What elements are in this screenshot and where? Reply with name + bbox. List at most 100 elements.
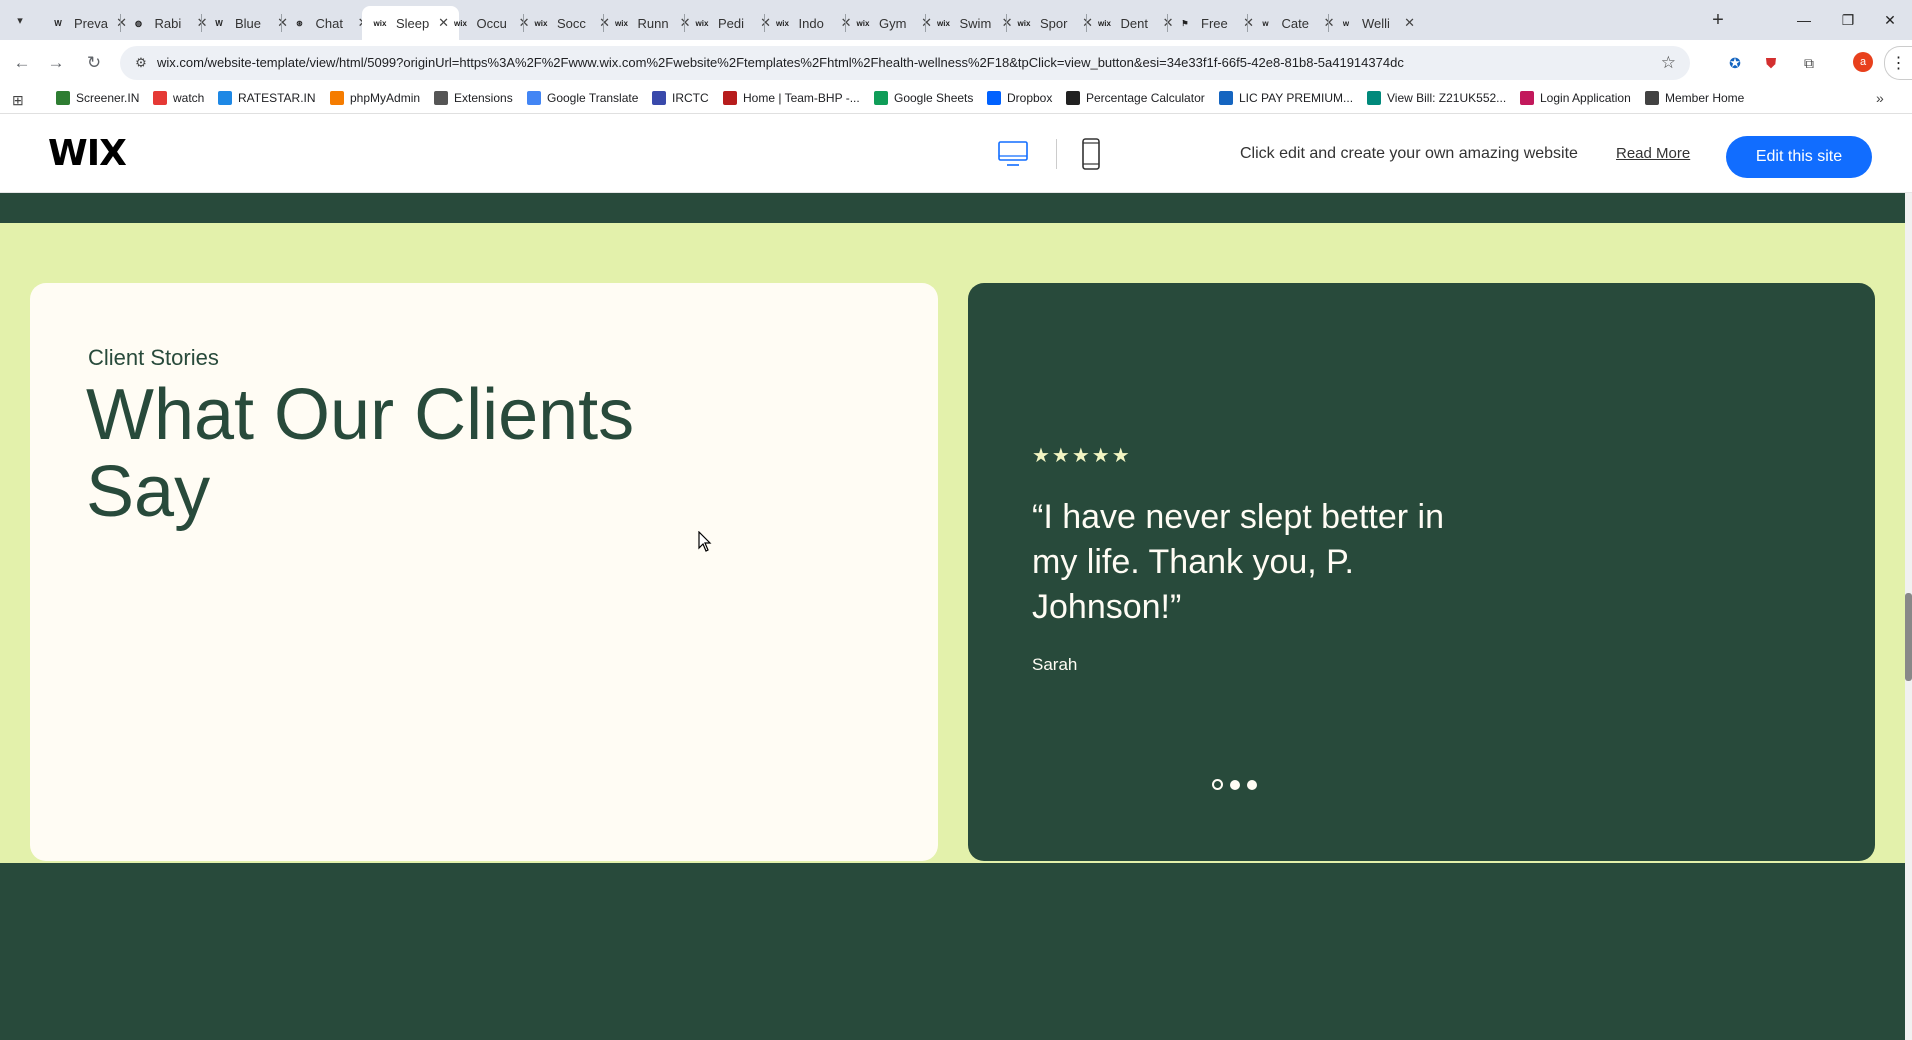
bookmark-favicon-icon xyxy=(1645,91,1659,105)
bookmark-item[interactable]: Member Home xyxy=(1645,91,1744,105)
bookmark-favicon-icon xyxy=(1219,91,1233,105)
slider-dot[interactable] xyxy=(1247,779,1257,790)
browser-toolbar: ← → ↻ ⚙ wix.com/website-template/view/ht… xyxy=(0,40,1912,86)
extension-icon[interactable]: ✪ xyxy=(1725,53,1745,73)
back-icon[interactable]: ← xyxy=(10,51,34,75)
bookmark-label: Percentage Calculator xyxy=(1086,91,1205,105)
tab-title: Sleep xyxy=(396,15,430,31)
page-scrollbar[interactable] xyxy=(1905,193,1912,1040)
profile-avatar[interactable]: a xyxy=(1853,52,1873,72)
url-text[interactable]: wix.com/website-template/view/html/5099?… xyxy=(157,55,1404,70)
bookmark-label: Extensions xyxy=(454,91,513,105)
slider-dot[interactable] xyxy=(1230,779,1240,790)
browser-menu-icon[interactable]: ⋮ xyxy=(1884,46,1912,80)
bookmark-favicon-icon xyxy=(1066,91,1080,105)
bookmark-item[interactable]: Extensions xyxy=(434,91,513,105)
tab-title: Blue xyxy=(235,15,262,31)
bookmark-item[interactable]: watch xyxy=(153,91,204,105)
bookmark-favicon-icon xyxy=(527,91,541,105)
desktop-view-icon[interactable] xyxy=(998,141,1028,167)
tab-favicon-icon: W xyxy=(215,18,223,28)
bookmark-item[interactable]: Dropbox xyxy=(987,91,1052,105)
device-divider xyxy=(1056,139,1057,169)
tab-favicon-icon: ⊛ xyxy=(296,18,303,28)
testimonials-section: Client Stories What Our Clients Say ★★★★… xyxy=(0,223,1905,863)
bookmark-label: watch xyxy=(173,91,205,105)
restore-icon[interactable]: ❐ xyxy=(1826,6,1870,34)
bookmark-item[interactable]: Screener.IN xyxy=(56,91,139,105)
bookmark-favicon-icon xyxy=(330,91,344,105)
bookmark-item[interactable]: LIC PAY PREMIUM... xyxy=(1219,91,1353,105)
bookmark-favicon-icon xyxy=(218,91,232,105)
edit-site-button[interactable]: Edit this site xyxy=(1726,136,1872,178)
reload-icon[interactable]: ↻ xyxy=(82,51,106,75)
bookmark-item[interactable]: Home | Team-BHP -... xyxy=(723,91,860,105)
bookmark-item[interactable]: Percentage Calculator xyxy=(1066,91,1205,105)
bookmark-item[interactable]: Login Application xyxy=(1520,91,1631,105)
bookmark-label: Google Sheets xyxy=(894,91,974,105)
bookmarks-overflow-icon[interactable]: » xyxy=(1876,90,1884,106)
bookmark-label: RATESTAR.IN xyxy=(238,91,316,105)
tab-favicon-icon: W xyxy=(54,18,62,28)
browser-tab[interactable]: w Welli ✕ xyxy=(1328,6,1425,40)
new-tab-button[interactable]: + xyxy=(1706,8,1730,32)
bookmark-item[interactable]: View Bill: Z21UK552... xyxy=(1367,91,1506,105)
bookmark-favicon-icon xyxy=(153,91,167,105)
tab-favicon-icon: wix xyxy=(1098,18,1111,28)
bookmark-item[interactable]: IRCTC xyxy=(652,91,709,105)
tab-title: Preva xyxy=(74,15,108,31)
wix-logo: WIX xyxy=(48,133,127,174)
extensions-puzzle-icon[interactable]: ⧉ xyxy=(1799,53,1819,73)
forward-icon[interactable]: → xyxy=(44,51,68,75)
bookmark-favicon-icon xyxy=(987,91,1001,105)
shield-extension-icon[interactable]: ⛊ xyxy=(1761,53,1781,73)
bookmark-favicon-icon xyxy=(874,91,888,105)
tab-title: Swim xyxy=(959,15,992,31)
tab-title: Dent xyxy=(1120,15,1148,31)
tab-close-icon[interactable]: ✕ xyxy=(1404,15,1415,31)
tab-title: Rabi xyxy=(154,15,182,31)
close-window-icon[interactable]: ✕ xyxy=(1868,6,1912,34)
bookmarks-bar: ⊞ Screener.IN watch RATESTAR.IN phpMyAdmin E… xyxy=(0,86,1912,114)
tab-title: Cate xyxy=(1281,15,1309,31)
slider-dot[interactable] xyxy=(1212,779,1223,790)
slider-pagination xyxy=(1212,779,1257,790)
tab-favicon-icon: wix xyxy=(695,18,709,28)
bookmark-label: View Bill: Z21UK552... xyxy=(1387,91,1507,105)
minimize-icon[interactable]: — xyxy=(1782,6,1826,34)
tab-favicon-icon: wix xyxy=(776,18,789,28)
bookmark-favicon-icon xyxy=(723,91,737,105)
bookmark-label: Home | Team-BHP -... xyxy=(743,91,860,105)
tab-search-icon[interactable]: ▾ xyxy=(8,8,32,32)
section-heading: What Our Clients Say xyxy=(86,375,635,532)
tab-title: Chat xyxy=(315,15,343,31)
bookmark-label: phpMyAdmin xyxy=(350,91,421,105)
tab-title: Gym xyxy=(879,15,907,31)
mobile-view-icon[interactable] xyxy=(1082,138,1100,170)
bookmark-item[interactable]: phpMyAdmin xyxy=(330,91,420,105)
tab-favicon-icon: ⚑ xyxy=(1181,18,1189,28)
scrollbar-thumb[interactable] xyxy=(1905,593,1912,681)
read-more-link[interactable]: Read More xyxy=(1616,145,1690,162)
address-bar[interactable]: ⚙ wix.com/website-template/view/html/509… xyxy=(120,46,1690,80)
star-rating-icon: ★★★★★ xyxy=(1032,445,1132,467)
promo-text: Click edit and create your own amazing w… xyxy=(1240,145,1578,162)
site-page: Client Stories What Our Clients Say ★★★★… xyxy=(0,193,1905,1040)
tab-title: Occu xyxy=(476,15,507,31)
tab-favicon-icon: wix xyxy=(454,18,467,28)
bookmark-item[interactable]: Google Translate xyxy=(527,91,638,105)
bookmark-item[interactable]: RATESTAR.IN xyxy=(218,91,316,105)
bookmark-label: Google Translate xyxy=(547,91,639,105)
tab-favicon-icon: wix xyxy=(937,18,950,28)
tab-favicon-icon: wix xyxy=(373,18,387,28)
tab-strip: ▾ WPreva✕◍Rabi✕WBlue✕⊛Chat✕wixSleep✕wixO… xyxy=(0,0,1912,40)
testimonials-intro-card: Client Stories What Our Clients Say xyxy=(30,283,938,861)
bookmark-star-icon[interactable]: ☆ xyxy=(1661,53,1676,73)
site-info-icon[interactable]: ⚙ xyxy=(132,54,150,72)
bookmark-item[interactable]: Google Sheets xyxy=(874,91,973,105)
wix-preview-bar: WIX Click edit and create your own amazi… xyxy=(0,115,1912,193)
bookmark-favicon-icon xyxy=(56,91,70,105)
apps-grid-icon[interactable]: ⊞ xyxy=(12,92,24,109)
testimonial-author: Sarah xyxy=(1032,655,1078,674)
tab-title: Pedi xyxy=(718,15,745,31)
